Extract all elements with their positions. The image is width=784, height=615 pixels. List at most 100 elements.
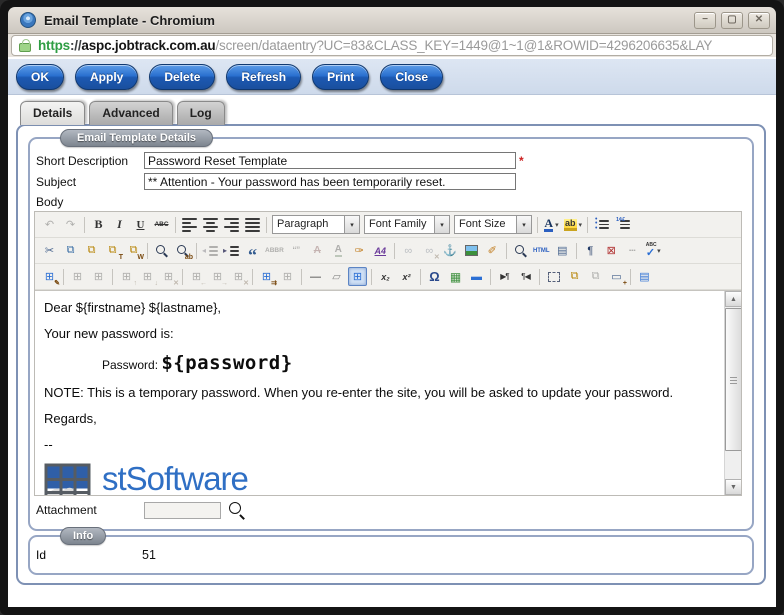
table-row-props-icon: ⊞ <box>68 267 87 286</box>
editor-body-text: Dear ${firstname} ${lastname},Your new p… <box>35 291 741 495</box>
chevron-down-icon: ▾ <box>555 221 559 229</box>
close-button[interactable]: Close <box>380 64 443 90</box>
insert-media-icon[interactable]: ▦ <box>446 267 465 286</box>
short-description-input[interactable] <box>144 152 516 169</box>
special-character-icon[interactable]: Ω <box>425 267 444 286</box>
insert-image-icon[interactable] <box>462 241 481 260</box>
action-button-bar: OK Apply Delete Refresh Print Close <box>8 57 776 95</box>
short-description-label: Short Description <box>36 154 144 168</box>
fullscreen-icon[interactable]: ▤ <box>635 267 654 286</box>
delete-row-icon: ⊞✕ <box>159 267 178 286</box>
insert-attributes-icon[interactable]: ✑ <box>350 241 369 260</box>
align-center-icon[interactable] <box>201 215 220 234</box>
undo-icon: ↶ <box>40 215 59 234</box>
scrollbar-thumb[interactable] <box>725 308 741 451</box>
style-props-icon[interactable]: A4 <box>371 241 390 260</box>
inserted-text-icon: A <box>329 241 348 260</box>
visual-guidelines-icon[interactable]: ⊞ <box>348 267 367 286</box>
maximize-button[interactable]: ▢ <box>721 12 743 29</box>
move-backward-icon: ⧉ <box>586 267 605 286</box>
text-color-icon[interactable]: A▾ <box>542 215 561 234</box>
minimize-button[interactable]: − <box>694 12 716 29</box>
blockquote-icon[interactable]: “ <box>243 241 262 260</box>
font-size-select[interactable]: Font Size▾ <box>454 215 532 234</box>
preview-icon[interactable] <box>511 241 530 260</box>
page-break-icon[interactable]: ┄ <box>623 241 642 260</box>
stsoftware-logo-icon <box>44 463 91 495</box>
attachment-search-icon[interactable] <box>228 501 246 519</box>
rtl-paragraph-icon[interactable]: ¶◀ <box>516 267 535 286</box>
paste-as-text-icon[interactable]: ⧉T <box>103 241 122 260</box>
cleanup-code-icon[interactable]: ✐ <box>483 241 502 260</box>
insert-table-icon[interactable]: ⊞✎ <box>40 267 59 286</box>
chevron-down-icon: ▾ <box>516 216 531 233</box>
bullet-list-icon[interactable] <box>592 215 611 234</box>
close-button[interactable]: ✕ <box>748 12 770 29</box>
nonbreaking-space-icon[interactable]: ⊠ <box>602 241 621 260</box>
toolbar-separator <box>506 243 507 259</box>
url-text: https://aspc.jobtrack.com.au/screen/data… <box>38 38 712 53</box>
paste-icon[interactable]: ⧉ <box>82 241 101 260</box>
italic-icon[interactable]: I <box>110 215 129 234</box>
edit-html-icon[interactable]: HTML <box>532 241 551 260</box>
url-path: /screen/dataentry?UC=83&CLASS_KEY=1449@1… <box>215 38 712 53</box>
anchor-icon[interactable]: ⚓ <box>441 241 460 260</box>
insert-line-icon[interactable]: ▬ <box>467 267 486 286</box>
remove-formatting-icon[interactable]: ▱ <box>327 267 346 286</box>
toolbar-separator <box>175 217 176 233</box>
ltr-paragraph-icon[interactable]: ▶¶ <box>495 267 514 286</box>
toolbar-separator <box>147 243 148 259</box>
scroll-down-button[interactable]: ▼ <box>725 479 741 495</box>
ssl-lock-icon <box>19 43 31 52</box>
format-select[interactable]: Paragraph▾ <box>272 215 360 234</box>
insert-layer-icon[interactable] <box>544 267 563 286</box>
toolbar-separator <box>252 269 253 285</box>
subject-input[interactable] <box>144 173 516 190</box>
scroll-up-button[interactable]: ▲ <box>725 291 741 307</box>
toolbar-separator <box>196 243 197 259</box>
apply-button[interactable]: Apply <box>75 64 138 90</box>
find-icon[interactable] <box>152 241 171 260</box>
strikethrough-icon[interactable]: ABC <box>152 215 171 234</box>
indent-icon[interactable] <box>222 241 241 260</box>
print-button[interactable]: Print <box>312 64 369 90</box>
paste-from-word-icon[interactable]: ⧉W <box>124 241 143 260</box>
split-cells-icon[interactable]: ⊞⇉ <box>257 267 276 286</box>
tab-panel: Email Template Details Short Description… <box>16 124 766 585</box>
subscript-icon[interactable]: x₂ <box>376 267 395 286</box>
tab-details[interactable]: Details <box>20 101 85 125</box>
font-family-select[interactable]: Font Family▾ <box>364 215 450 234</box>
move-forward-icon[interactable]: ⧉ <box>565 267 584 286</box>
id-label: Id <box>36 548 142 562</box>
attachment-input[interactable] <box>144 502 221 519</box>
underline-icon[interactable]: U <box>131 215 150 234</box>
cut-icon[interactable]: ✂ <box>40 241 59 260</box>
editor-content-area[interactable]: Dear ${firstname} ${lastname},Your new p… <box>35 290 741 495</box>
highlight-color-icon[interactable]: ab▾ <box>563 215 583 234</box>
toolbar-row: ✂⧉⧉⧉T⧉Wab“ABBR“”AA✑A4∞∞✕⚓✐HTML▤¶⊠┄✓ABC▾ <box>35 238 741 264</box>
show-formatting-icon[interactable]: ¶ <box>581 241 600 260</box>
align-right-icon[interactable] <box>222 215 241 234</box>
print-icon[interactable]: ▤ <box>553 241 572 260</box>
align-justify-icon[interactable] <box>243 215 262 234</box>
horizontal-rule-icon[interactable]: — <box>306 267 325 286</box>
tab-log[interactable]: Log <box>177 101 225 125</box>
insert-col-after-icon: ⊞→ <box>208 267 227 286</box>
attachment-label: Attachment <box>36 503 144 517</box>
absolute-position-icon[interactable]: ▭+ <box>607 267 626 286</box>
superscript-icon[interactable]: x² <box>397 267 416 286</box>
editor-scrollbar[interactable]: ▲ ▼ <box>724 291 741 495</box>
password-line: Password: ${password} <box>102 352 713 374</box>
bold-icon[interactable]: B <box>89 215 108 234</box>
address-bar[interactable]: https://aspc.jobtrack.com.au/screen/data… <box>11 35 773 56</box>
numbered-list-icon[interactable] <box>613 215 632 234</box>
align-left-icon[interactable] <box>180 215 199 234</box>
refresh-button[interactable]: Refresh <box>226 64 301 90</box>
spellcheck-icon[interactable]: ✓ABC▾ <box>644 241 663 260</box>
ok-button[interactable]: OK <box>16 64 64 90</box>
tab-advanced[interactable]: Advanced <box>89 101 172 125</box>
copy-icon[interactable]: ⧉ <box>61 241 80 260</box>
find-replace-icon[interactable]: ab <box>173 241 192 260</box>
page-content: OK Apply Delete Refresh Print Close DetailsAd… <box>8 57 776 607</box>
delete-button[interactable]: Delete <box>149 64 215 90</box>
